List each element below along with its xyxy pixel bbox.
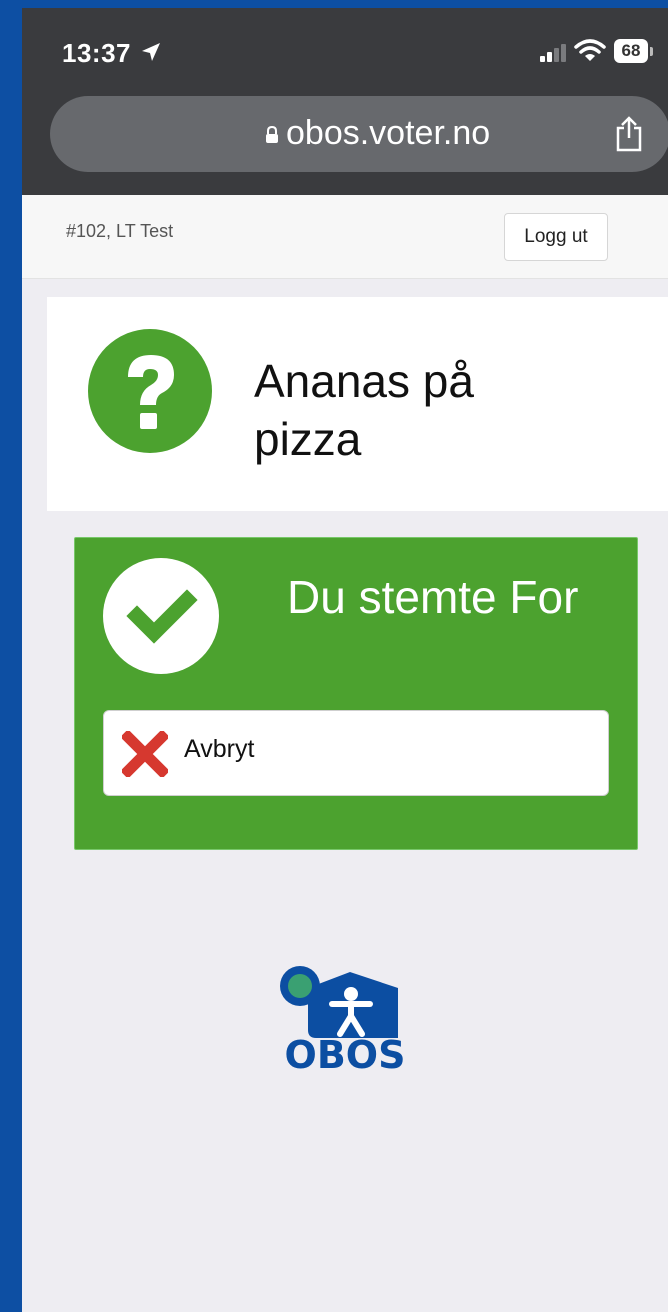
url-text[interactable]: obos.voter.no — [286, 114, 490, 153]
vote-status-text: Du stemte For — [287, 571, 579, 623]
obos-brand-text: OBOS — [284, 1033, 406, 1077]
signal-icon — [540, 44, 566, 62]
checkmark-icon — [103, 558, 219, 674]
lock-icon — [266, 126, 278, 143]
share-icon[interactable] — [614, 116, 644, 152]
url-bar[interactable]: obos.voter.no — [50, 96, 668, 172]
phone-screen: 13:37 68 obos.voter.no #102, LT Test Log… — [22, 8, 668, 1312]
obos-logo-icon — [280, 966, 398, 1038]
battery-nub — [650, 47, 653, 56]
question-mark-icon — [88, 329, 212, 453]
unit-label: #102, LT Test — [66, 221, 174, 241]
cancel-vote-button[interactable]: Avbryt — [103, 710, 609, 796]
location-arrow-icon — [142, 43, 160, 61]
wifi-icon — [574, 39, 606, 61]
app-header: #102, LT Test Logg ut — [22, 195, 668, 279]
question-card: Ananas på pizza — [47, 297, 668, 511]
cancel-label: Avbryt — [184, 735, 255, 763]
battery-icon: 68 — [614, 39, 648, 63]
status-time: 13:37 — [62, 38, 131, 68]
logout-button[interactable]: Logg ut — [504, 213, 608, 261]
browser-chrome: 13:37 68 obos.voter.no — [22, 8, 668, 195]
vote-status-panel: Du stemte For Avbryt — [74, 537, 638, 850]
question-title: Ananas på pizza — [254, 355, 474, 465]
x-icon — [122, 731, 168, 777]
